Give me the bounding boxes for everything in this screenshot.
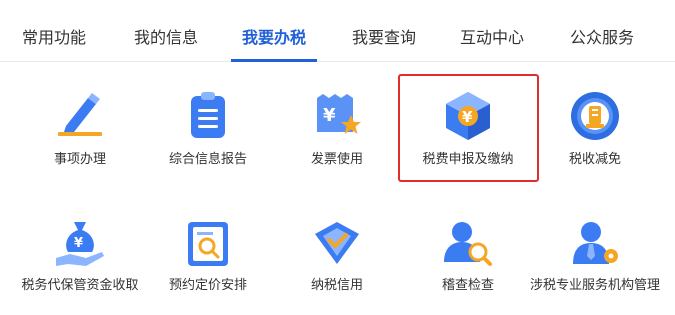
tile-comprehensive-report[interactable]: 综合信息报告 — [148, 88, 268, 178]
tab-query[interactable]: 我要查询 — [352, 27, 416, 49]
agent-gear-icon — [567, 216, 623, 272]
clipboard-list-icon — [180, 88, 236, 144]
tile-tax-relief[interactable]: 税收减免 — [535, 88, 655, 178]
tile-label: 涉税专业服务机构管理 — [529, 278, 660, 293]
money-bag-hand-icon: ¥ — [52, 216, 108, 272]
tax-emblem-icon — [567, 88, 623, 144]
tab-tax-handling[interactable]: 我要办税 — [242, 27, 306, 49]
tax-service-panel: 常用功能 我的信息 我要办税 我要查询 互动中心 公众服务 事项办理 综合信息报… — [0, 0, 675, 315]
invoice-yen-star-icon: ¥ — [309, 88, 365, 144]
tab-interaction-center[interactable]: 互动中心 — [460, 27, 524, 49]
tile-invoice-use[interactable]: ¥ 发票使用 — [277, 88, 397, 178]
tile-tax-credit[interactable]: 纳税信用 — [277, 216, 397, 306]
svg-text:¥: ¥ — [74, 236, 83, 251]
tile-matter-handling[interactable]: 事项办理 — [20, 88, 140, 178]
tile-label: 税收减免 — [568, 152, 621, 167]
tile-agency-management[interactable]: 涉税专业服务机构管理 — [530, 216, 660, 315]
tab-bar: 常用功能 我的信息 我要办税 我要查询 互动中心 公众服务 — [0, 0, 675, 62]
tab-public-service[interactable]: 公众服务 — [570, 27, 634, 49]
tile-inspection[interactable]: 稽查检查 — [408, 216, 528, 306]
svg-text:¥: ¥ — [323, 105, 336, 126]
tile-escrow-funds[interactable]: ¥ 税务代保管资金收取 — [20, 216, 140, 315]
pen-icon — [52, 88, 108, 144]
shield-check-icon — [309, 216, 365, 272]
inspector-magnifier-icon — [440, 216, 496, 272]
active-tab-indicator — [231, 59, 317, 62]
tab-common-functions[interactable]: 常用功能 — [22, 27, 86, 49]
selection-highlight-box — [398, 74, 539, 182]
tab-my-info[interactable]: 我的信息 — [134, 27, 198, 49]
tile-advance-pricing[interactable]: 预约定价安排 — [148, 216, 268, 306]
document-magnifier-icon — [180, 216, 236, 272]
